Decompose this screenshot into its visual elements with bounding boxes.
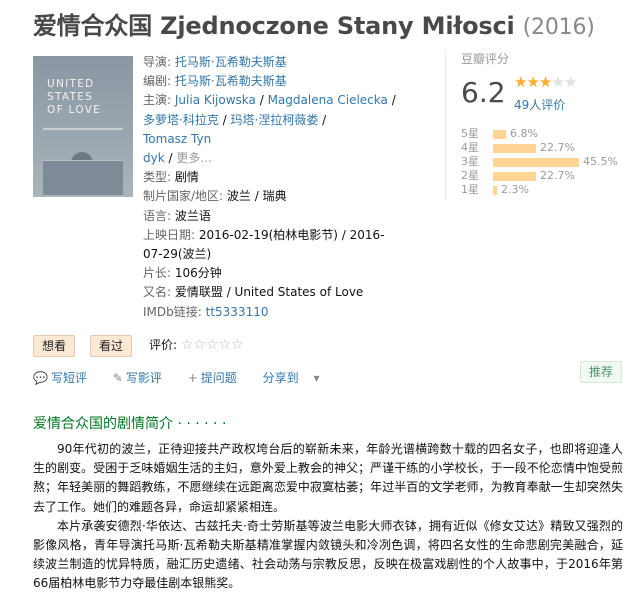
pencil-icon: ✎ bbox=[112, 371, 123, 385]
plus-icon: + bbox=[187, 371, 198, 385]
synopsis-paragraph: 本片承袭安德烈·华依达、古兹托夫·奇士劳斯基等波兰电影大师衣钵，拥有近似《修女艾… bbox=[33, 518, 623, 591]
cast-link[interactable]: Tomasz Tyn bbox=[143, 132, 211, 146]
star-icon: ★ bbox=[526, 73, 539, 91]
review-action[interactable]: ✎ 写影评 bbox=[113, 371, 173, 385]
rating-label: 豆瓣评分 bbox=[461, 52, 510, 66]
writer-link[interactable]: 托马斯·瓦希勒夫斯基 bbox=[175, 74, 287, 88]
imdb-link[interactable]: tt5333110 bbox=[206, 305, 269, 319]
cast-link[interactable]: Magdalena Cielecka bbox=[268, 93, 388, 107]
star-icon: ★ bbox=[551, 73, 564, 91]
cast-link[interactable]: Julia Kijowska bbox=[175, 93, 256, 107]
star-icon: ★ bbox=[563, 73, 577, 91]
chevron-down-icon: ▾ bbox=[313, 371, 320, 385]
director-label: 导演: bbox=[143, 55, 172, 69]
want-to-watch-button[interactable]: 想看 bbox=[33, 335, 76, 357]
rating-bar-star-label: 3星 bbox=[461, 155, 479, 168]
short-review-action[interactable]: 💬 写短评 bbox=[33, 371, 98, 385]
movie-info: 导演: 托马斯·瓦希勒夫斯基 编剧: 托马斯·瓦希勒夫斯基 主演: Julia … bbox=[143, 55, 396, 319]
movie-poster[interactable]: UNITED STATES OF LOVE bbox=[33, 56, 133, 197]
my-rating-stars[interactable]: ☆☆☆☆☆ bbox=[181, 337, 244, 353]
title-original: Zjednoczone Stany Miłosci bbox=[160, 12, 515, 40]
poster-title-text: UNITED STATES OF LOVE bbox=[47, 78, 102, 116]
rating-panel: 豆瓣评分 6.2 ★★★★★ 49人评价 5星 6.8% 4星 22.7% 3星 45.5… bbox=[445, 50, 618, 200]
language-label: 语言: bbox=[143, 208, 172, 223]
rating-bar-fill bbox=[493, 186, 497, 195]
rating-bar-star-label: 2星 bbox=[461, 169, 479, 182]
watched-button[interactable]: 看过 bbox=[90, 335, 133, 357]
rating-divider bbox=[445, 50, 446, 200]
rating-bar-fill bbox=[493, 158, 579, 167]
synopsis-title: 爱情合众国的剧情简介 · · · · · · bbox=[33, 416, 227, 432]
director-link[interactable]: 托马斯·瓦希勒夫斯基 bbox=[175, 55, 287, 69]
star-icon: ★ bbox=[514, 73, 527, 91]
rating-bar-fill bbox=[493, 144, 536, 153]
runtime-value: 106分钟 bbox=[174, 266, 222, 281]
star-icon: ★ bbox=[538, 73, 552, 91]
release-label: 上映日期: bbox=[143, 227, 196, 242]
rating-bar-percent: 45.5% bbox=[583, 155, 618, 168]
poster-ground bbox=[43, 160, 123, 195]
language-value: 波兰语 bbox=[174, 208, 211, 223]
poster-divider bbox=[43, 128, 123, 130]
cast-label: 主演: bbox=[143, 93, 172, 108]
rating-bar-percent: 2.3% bbox=[501, 183, 529, 196]
my-rating: 评价: ☆☆☆☆☆ bbox=[149, 336, 244, 353]
imdb-label: IMDb链接: bbox=[143, 304, 202, 319]
recommend-button[interactable]: 推荐 bbox=[580, 361, 622, 383]
writer-label: 编剧: bbox=[143, 74, 172, 89]
rating-bar-percent: 22.7% bbox=[540, 169, 575, 182]
country-value: 波兰 / 瑞典 bbox=[226, 189, 287, 204]
rating-bar-percent: 22.7% bbox=[540, 141, 575, 154]
aka-value: 爱情联盟 / United States of Love bbox=[174, 285, 364, 300]
rating-people-link[interactable]: 49人评价 bbox=[514, 96, 565, 113]
rating-bar-star-label: 1星 bbox=[461, 183, 479, 196]
action-links: 💬 写短评 ✎ 写影评 + 提问题 分享到 ▾ bbox=[33, 369, 333, 386]
rating-bar-star-label: 4星 bbox=[461, 141, 479, 154]
rating-stars: ★★★★★ bbox=[514, 73, 577, 91]
title-chinese: 爱情合众国 bbox=[33, 12, 152, 40]
genre-value: 剧情 bbox=[174, 170, 199, 185]
comment-icon: 💬 bbox=[33, 371, 48, 385]
cast-more-link[interactable]: 更多... bbox=[176, 151, 211, 165]
cast-link[interactable]: 玛塔·涅拉柯薇娄 bbox=[231, 113, 319, 127]
rating-bar-fill bbox=[493, 130, 506, 139]
page-title: 爱情合众国 Zjednoczone Stany Miłosci (2016) bbox=[33, 6, 595, 41]
rating-score: 6.2 bbox=[461, 76, 506, 109]
cast-link[interactable]: 多萝塔·科拉克 bbox=[143, 113, 219, 127]
rating-bar-star-label: 5星 bbox=[461, 127, 479, 140]
cast-link-continued[interactable]: dyk bbox=[143, 151, 165, 165]
country-label: 制片国家/地区: bbox=[143, 189, 224, 204]
rating-bar-percent: 6.8% bbox=[510, 127, 538, 140]
genre-label: 类型: bbox=[143, 170, 172, 185]
synopsis-text: 90年代初的波兰，正待迎接共产政权垮台后的崭新未来，年龄光谱横跨数十载的四名女子… bbox=[33, 440, 623, 594]
runtime-label: 片长: bbox=[143, 266, 172, 281]
aka-label: 又名: bbox=[143, 285, 172, 300]
share-action[interactable]: 分享到 ▾ bbox=[263, 371, 323, 385]
rating-bar-fill bbox=[493, 172, 536, 181]
title-year: (2016) bbox=[522, 15, 595, 40]
my-rating-label: 评价: bbox=[149, 338, 178, 352]
synopsis-paragraph: 90年代初的波兰，正待迎接共产政权垮台后的崭新未来，年龄光谱横跨数十载的四名女子… bbox=[33, 442, 623, 514]
question-action[interactable]: + 提问题 bbox=[188, 371, 248, 385]
